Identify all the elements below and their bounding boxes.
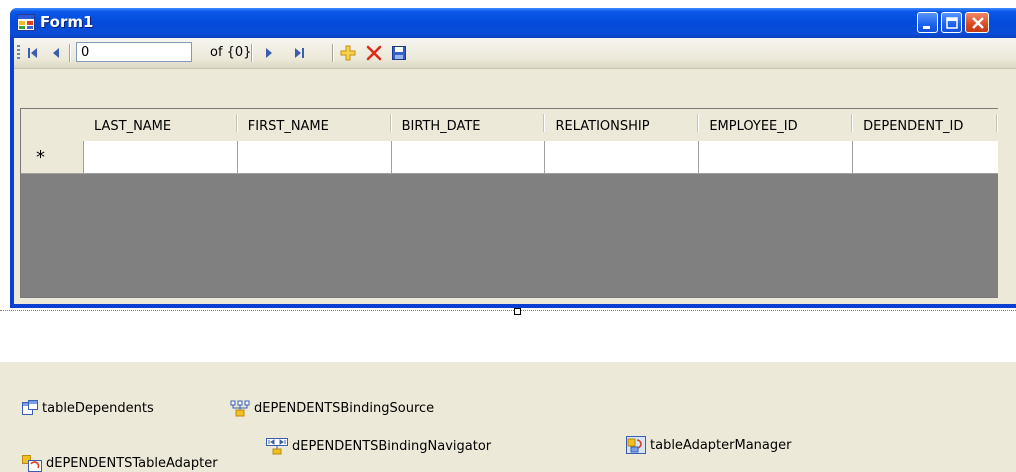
maximize-button[interactable]: [941, 12, 962, 33]
table-adapter-manager-icon: [626, 436, 646, 454]
form-resize-handle[interactable]: [514, 308, 521, 315]
tray-item-label: dEPENDENTSBindingSource: [254, 401, 435, 416]
tray-item-table-adapter-manager[interactable]: tableAdapterManager: [626, 436, 791, 454]
column-header-employee-id[interactable]: EMPLOYEE_ID: [699, 109, 854, 141]
grid-cell[interactable]: [545, 141, 700, 174]
new-row-indicator: *: [21, 141, 84, 174]
grid-cell[interactable]: [83, 141, 238, 174]
dataset-icon: [22, 400, 38, 415]
binding-source-icon: [230, 400, 250, 417]
binding-navigator-toolbar: of {0}: [14, 38, 1016, 69]
grid-cell[interactable]: [853, 141, 999, 174]
form-selection-border: [0, 310, 1016, 312]
toolbar-separator: [69, 44, 71, 62]
designer-surface: Form1 of {0}: [0, 0, 1016, 362]
table-adapter-icon: [22, 455, 42, 472]
move-first-icon[interactable]: [25, 45, 41, 61]
data-grid-view[interactable]: LAST_NAME FIRST_NAME BIRTH_DATE RELATION…: [20, 108, 999, 298]
column-header-last-name[interactable]: LAST_NAME: [84, 109, 238, 141]
minimize-icon: [923, 26, 930, 29]
column-header-relationship[interactable]: RELATIONSHIP: [545, 109, 700, 141]
maximize-icon: [946, 17, 958, 29]
form-titlebar[interactable]: Form1: [10, 8, 1016, 38]
tray-item-binding-source[interactable]: dEPENDENTSBindingSource: [230, 400, 434, 417]
tray-item-binding-navigator[interactable]: dEPENDENTSBindingNavigator: [266, 438, 491, 455]
grid-corner-header[interactable]: [21, 109, 84, 141]
toolbar-grip[interactable]: [17, 45, 20, 61]
delete-icon[interactable]: [366, 45, 382, 61]
tray-item-label: dEPENDENTSBindingNavigator: [292, 439, 492, 454]
grid-header-row: LAST_NAME FIRST_NAME BIRTH_DATE RELATION…: [21, 109, 998, 142]
binding-navigator-icon: [266, 438, 288, 455]
move-next-icon[interactable]: [261, 45, 277, 61]
save-icon[interactable]: [391, 45, 407, 61]
close-icon: [972, 17, 984, 29]
grid-new-row[interactable]: *: [21, 141, 999, 174]
form-icon: [17, 14, 35, 31]
form-title: Form1: [40, 13, 94, 31]
column-header-dependent-id[interactable]: DEPENDENT_ID: [853, 109, 998, 141]
column-header-birth-date[interactable]: BIRTH_DATE: [392, 109, 546, 141]
move-last-icon[interactable]: [291, 45, 307, 61]
move-previous-icon[interactable]: [48, 45, 64, 61]
count-label: of {0}: [210, 45, 252, 60]
grid-cell[interactable]: [391, 141, 546, 174]
grid-cell[interactable]: [237, 141, 392, 174]
toolbar-separator: [332, 44, 334, 62]
tray-item-label: tableAdapterManager: [650, 437, 792, 453]
tray-item-table-adapter[interactable]: dEPENDENTSTableAdapter: [22, 455, 218, 472]
tray-item-label: dEPENDENTSTableAdapter: [46, 456, 218, 471]
tray-item-table-dependents[interactable]: tableDependents: [22, 400, 154, 416]
tray-item-label: tableDependents: [42, 400, 154, 416]
toolbar-separator: [251, 44, 253, 62]
grid-cell[interactable]: [699, 141, 854, 174]
column-header-first-name[interactable]: FIRST_NAME: [238, 109, 392, 141]
close-button[interactable]: [965, 12, 989, 33]
position-input[interactable]: [76, 42, 192, 62]
minimize-button[interactable]: [917, 12, 938, 33]
add-new-icon[interactable]: [340, 45, 356, 61]
